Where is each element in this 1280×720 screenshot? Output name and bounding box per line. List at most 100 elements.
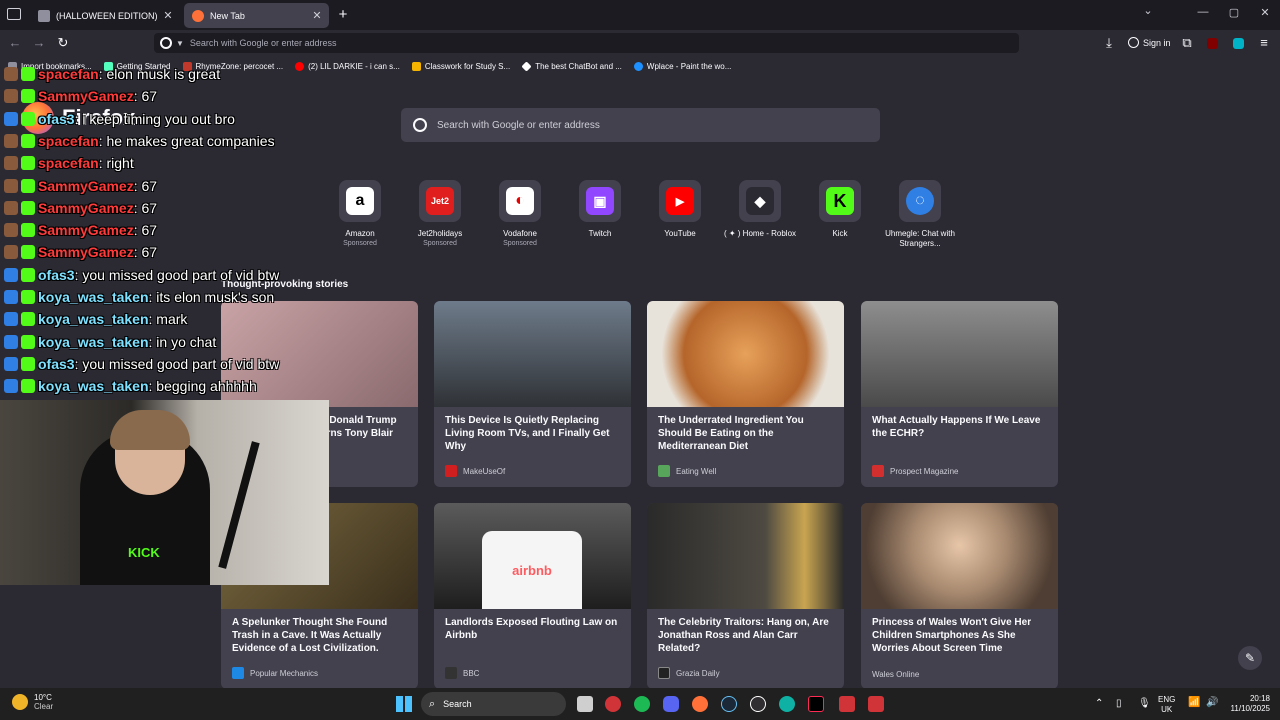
chevron-down-icon[interactable]: ▼ (176, 39, 184, 48)
eatingwell-icon (658, 465, 670, 477)
back-icon[interactable]: ← (6, 35, 24, 50)
tab-halloween[interactable]: (HALLOWEEN EDITION) DIVZIN ✕ (30, 3, 180, 28)
chat-message: SammyGamez: 67 (4, 178, 157, 194)
google-search-engine-icon[interactable] (160, 37, 172, 49)
shortcut-label: Kick (832, 229, 848, 238)
taskbar-search-box[interactable]: ⌕ Search (421, 692, 566, 716)
tiktok-icon[interactable] (808, 696, 824, 712)
story-source: Wales Online (872, 670, 919, 679)
tab-title: New Tab (210, 10, 245, 21)
classroom-icon (411, 61, 421, 71)
wifi-icon[interactable]: 📶 (1188, 697, 1200, 708)
task-view-icon[interactable] (577, 696, 593, 712)
chat-message: SammyGamez: 67 (4, 200, 157, 216)
kick-badge-icon (21, 67, 35, 81)
extensions-icon[interactable]: ⧉ (1178, 35, 1196, 51)
usb-icon[interactable]: ▯ (1116, 698, 1122, 709)
story-source: Prospect Magazine (872, 465, 958, 477)
tab-new-tab[interactable]: New Tab ✕ (184, 3, 329, 28)
chat-badge-icon (4, 200, 18, 215)
shortcut-uhmegle[interactable]: ◌ Uhmegle: Chat with Strangers... (880, 180, 960, 249)
story-card[interactable]: This Device Is Quietly Replacing Living … (434, 301, 631, 487)
discord-icon[interactable] (663, 696, 679, 712)
steam-icon[interactable] (721, 696, 737, 712)
address-bar[interactable]: ▼ Search with Google or enter address (154, 33, 1019, 53)
source-label: Popular Mechanics (250, 668, 319, 678)
chat-username: SammyGamez (38, 88, 134, 105)
volume-icon[interactable]: 🔊 (1206, 697, 1218, 708)
story-title: The Celebrity Traitors: Hang on, Are Jon… (658, 617, 829, 654)
story-card[interactable]: Princess of Wales Won't Give Her Childre… (861, 503, 1058, 689)
story-card[interactable]: airbnb Landlords Exposed Flouting Law on… (434, 503, 631, 689)
story-source: Eating Well (658, 465, 716, 477)
chat-badge-icon (4, 89, 18, 104)
kick-badge-icon (21, 267, 35, 282)
shortcut-youtube[interactable]: ▶ YouTube (640, 180, 720, 239)
list-all-tabs-icon[interactable]: ⌄ (1138, 4, 1158, 17)
sign-in-button[interactable]: Sign in (1128, 37, 1171, 48)
source-label: BBC (463, 668, 480, 678)
chat-username: koya_was_taken (38, 333, 149, 350)
kick-badge-icon (21, 200, 35, 215)
firefox-taskbar-icon[interactable] (692, 696, 708, 712)
downloads-icon[interactable]: ⤓ (1100, 35, 1118, 51)
clock[interactable]: 20:18 11/10/2025 (1222, 694, 1270, 714)
forward-icon[interactable]: → (30, 35, 48, 50)
app-v-icon[interactable] (868, 696, 884, 712)
sponsored-label: Sponsored (423, 240, 457, 247)
bookmark-label: The best ChatBot and ... (535, 61, 622, 71)
bookmark-youtube[interactable]: (2) LIL DARKIE - i can s... (295, 61, 400, 71)
chat-text: : 67 (133, 222, 158, 239)
minimize-button[interactable]: — (1193, 6, 1213, 18)
microphone-icon[interactable]: 🎙 (1138, 698, 1151, 709)
newtab-search-box[interactable]: Search with Google or enter address (401, 108, 880, 142)
chat-text: : 67 (133, 199, 158, 216)
globe-icon (633, 61, 643, 71)
maximize-button[interactable]: ▢ (1224, 6, 1244, 19)
ublock-extension-icon[interactable] (1207, 38, 1218, 49)
kick-icon: K (826, 187, 854, 215)
source-label: Wales Online (872, 670, 920, 679)
app-cast-icon[interactable] (839, 696, 855, 712)
story-card[interactable]: What Actually Happens If We Leave the EC… (861, 301, 1058, 487)
bookmark-chatbot[interactable]: The best ChatBot and ... (521, 60, 622, 72)
customize-pencil-icon[interactable]: ✎ (1238, 646, 1262, 670)
reload-icon[interactable]: ↻ (54, 35, 72, 51)
close-tab-icon[interactable]: ✕ (160, 9, 176, 22)
story-card[interactable]: The Celebrity Traitors: Hang on, Are Jon… (647, 503, 844, 689)
chat-message: ofas3: you missed good part of vid btw (4, 267, 279, 283)
chat-message: spacefan: elon musk is great (4, 66, 220, 82)
bookmark-wplace[interactable]: Wplace - Paint the wo... (633, 61, 731, 71)
menu-icon[interactable]: ≡ (1255, 35, 1273, 50)
start-windows-icon[interactable] (396, 696, 412, 712)
weather-widget[interactable]: 10°C Clear (12, 693, 53, 711)
kick-badge-icon (21, 356, 35, 371)
language-indicator[interactable]: ENG UK (1158, 695, 1175, 715)
shortcut-amazon[interactable]: a Amazon Sponsored (320, 180, 400, 249)
kick-badge-icon (21, 312, 35, 327)
chat-message: koya_was_taken: its elon musk's son (4, 289, 274, 305)
spotify-icon[interactable] (634, 696, 650, 712)
bookmark-classwork[interactable]: Classwork for Study S... (411, 61, 510, 71)
new-tab-button[interactable]: + (336, 6, 350, 23)
tray-chevron-icon[interactable]: ⌃ (1095, 698, 1103, 709)
shortcut-tile: ▣ (579, 180, 621, 222)
obs-icon[interactable] (750, 696, 766, 712)
shortcut-jet2holidays[interactable]: Jet2 Jet2holidays Sponsored (400, 180, 480, 249)
shortcut-twitch[interactable]: ▣ Twitch (560, 180, 640, 239)
amazon-icon: a (346, 187, 374, 215)
story-source: Grazia Daily (658, 667, 720, 679)
close-window-button[interactable]: ✕ (1255, 6, 1275, 19)
tab-list-icon[interactable] (7, 8, 21, 20)
story-image (434, 301, 631, 407)
shortcut-tile: a (339, 180, 381, 222)
shortcut-vodafone[interactable]: ◐ Vodafone Sponsored (480, 180, 560, 249)
story-card[interactable]: The Underrated Ingredient You Should Be … (647, 301, 844, 487)
shortcut-roblox[interactable]: ◆ ( ✦ ) Home - Roblox (720, 180, 800, 239)
language-label: ENG (1158, 695, 1176, 704)
edge-icon[interactable] (779, 696, 795, 712)
extension-icon[interactable] (1233, 38, 1244, 49)
shortcut-kick[interactable]: K Kick (800, 180, 880, 239)
close-tab-icon[interactable]: ✕ (309, 9, 325, 22)
app-red-icon[interactable] (605, 696, 621, 712)
